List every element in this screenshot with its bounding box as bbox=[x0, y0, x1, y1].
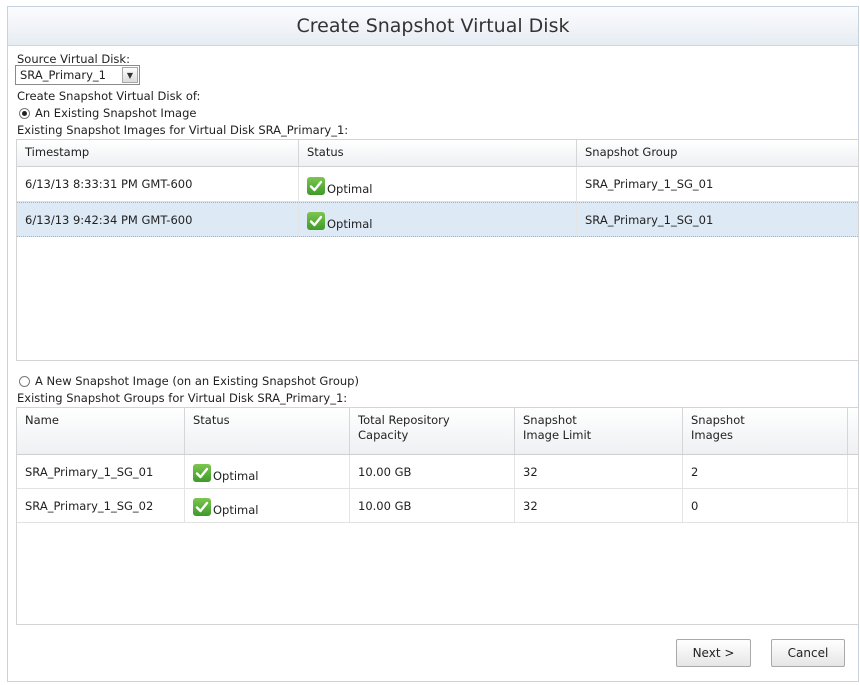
header-line: Snapshot bbox=[523, 413, 577, 427]
name-cell: SRA_Primary_1_SG_01 bbox=[17, 455, 185, 488]
new-image-label[interactable]: A New Snapshot Image (on an Existing Sna… bbox=[35, 374, 359, 388]
create-of-label: Create Snapshot Virtual Disk of: bbox=[17, 89, 201, 103]
header-total-repository-capacity[interactable]: Total Repository Capacity bbox=[350, 408, 515, 454]
new-image-radio[interactable] bbox=[19, 376, 30, 387]
capacity-cell: 10.00 GB bbox=[350, 455, 515, 488]
header-status[interactable]: Status bbox=[299, 140, 577, 166]
table-row[interactable]: SRA_Primary_1_SG_02 Optimal 10.00 GB 32 … bbox=[17, 489, 858, 523]
table-row-selected[interactable]: 6/13/13 9:42:34 PM GMT-600 Optimal SRA_P… bbox=[17, 202, 858, 237]
limit-cell: 32 bbox=[515, 489, 683, 522]
checkmark-icon bbox=[307, 212, 325, 230]
table-row[interactable]: 6/13/13 8:33:31 PM GMT-600 Optimal SRA_P… bbox=[17, 167, 858, 202]
images-cell: 0 bbox=[683, 489, 848, 522]
existing-image-label[interactable]: An Existing Snapshot Image bbox=[35, 106, 196, 120]
header-snapshot-group[interactable]: Snapshot Group bbox=[577, 140, 858, 166]
header-snapshot-image-limit[interactable]: Snapshot Image Limit bbox=[515, 408, 683, 454]
source-select[interactable]: SRA_Primary_1 ▼ bbox=[15, 65, 140, 85]
groups-table-caption: Existing Snapshot Groups for Virtual Dis… bbox=[17, 391, 348, 405]
header-timestamp[interactable]: Timestamp bbox=[17, 140, 299, 166]
snapshot-groups-table: Name Status Total Repository Capacity Sn… bbox=[16, 407, 859, 625]
groups-table-header: Name Status Total Repository Capacity Sn… bbox=[17, 408, 858, 455]
images-table-caption: Existing Snapshot Images for Virtual Dis… bbox=[17, 123, 349, 137]
header-name[interactable]: Name bbox=[17, 408, 185, 454]
cancel-button[interactable]: Cancel bbox=[771, 639, 845, 667]
table-row[interactable]: SRA_Primary_1_SG_01 Optimal 10.00 GB 32 … bbox=[17, 455, 858, 489]
source-select-value: SRA_Primary_1 bbox=[20, 68, 106, 82]
timestamp-cell: 6/13/13 8:33:31 PM GMT-600 bbox=[17, 167, 299, 201]
status-cell: Optimal bbox=[299, 167, 577, 201]
dialog-title: Create Snapshot Virtual Disk bbox=[8, 7, 858, 46]
group-cell: SRA_Primary_1_SG_01 bbox=[585, 212, 714, 227]
timestamp-cell: 6/13/13 9:42:34 PM GMT-600 bbox=[17, 203, 299, 236]
next-button[interactable]: Next > bbox=[676, 639, 751, 667]
status-cell: Optimal bbox=[185, 455, 350, 488]
checkmark-icon bbox=[193, 464, 211, 482]
limit-cell: 32 bbox=[515, 455, 683, 488]
capacity-cell: 10.00 GB bbox=[350, 489, 515, 522]
header-snapshot-images[interactable]: Snapshot Images bbox=[683, 408, 848, 454]
source-label: Source Virtual Disk: bbox=[17, 52, 130, 66]
status-text: Optimal bbox=[327, 182, 373, 196]
checkmark-icon bbox=[193, 498, 211, 516]
chevron-down-icon[interactable]: ▼ bbox=[122, 67, 138, 83]
status-cell: Optimal bbox=[299, 203, 577, 236]
header-status[interactable]: Status bbox=[185, 408, 350, 454]
header-line: Snapshot bbox=[691, 413, 745, 427]
group-cell: SRA_Primary_1_SG_01 bbox=[585, 177, 714, 191]
status-cell: Optimal bbox=[185, 489, 350, 522]
name-cell: SRA_Primary_1_SG_02 bbox=[17, 489, 185, 522]
header-line: Images bbox=[691, 428, 734, 442]
existing-image-radio[interactable] bbox=[19, 108, 30, 119]
header-line: Capacity bbox=[358, 428, 409, 442]
create-snapshot-dialog: Create Snapshot Virtual Disk Source Virt… bbox=[7, 6, 859, 682]
header-line: Image Limit bbox=[523, 428, 592, 442]
checkmark-icon bbox=[307, 177, 325, 195]
images-cell: 2 bbox=[683, 455, 848, 488]
status-text: Optimal bbox=[327, 217, 373, 231]
snapshot-images-table: Timestamp Status Snapshot Group 6/13/13 … bbox=[16, 139, 859, 361]
images-table-header: Timestamp Status Snapshot Group bbox=[17, 140, 858, 167]
status-text: Optimal bbox=[213, 503, 259, 517]
status-text: Optimal bbox=[213, 469, 259, 483]
header-line: Total Repository bbox=[358, 413, 450, 427]
